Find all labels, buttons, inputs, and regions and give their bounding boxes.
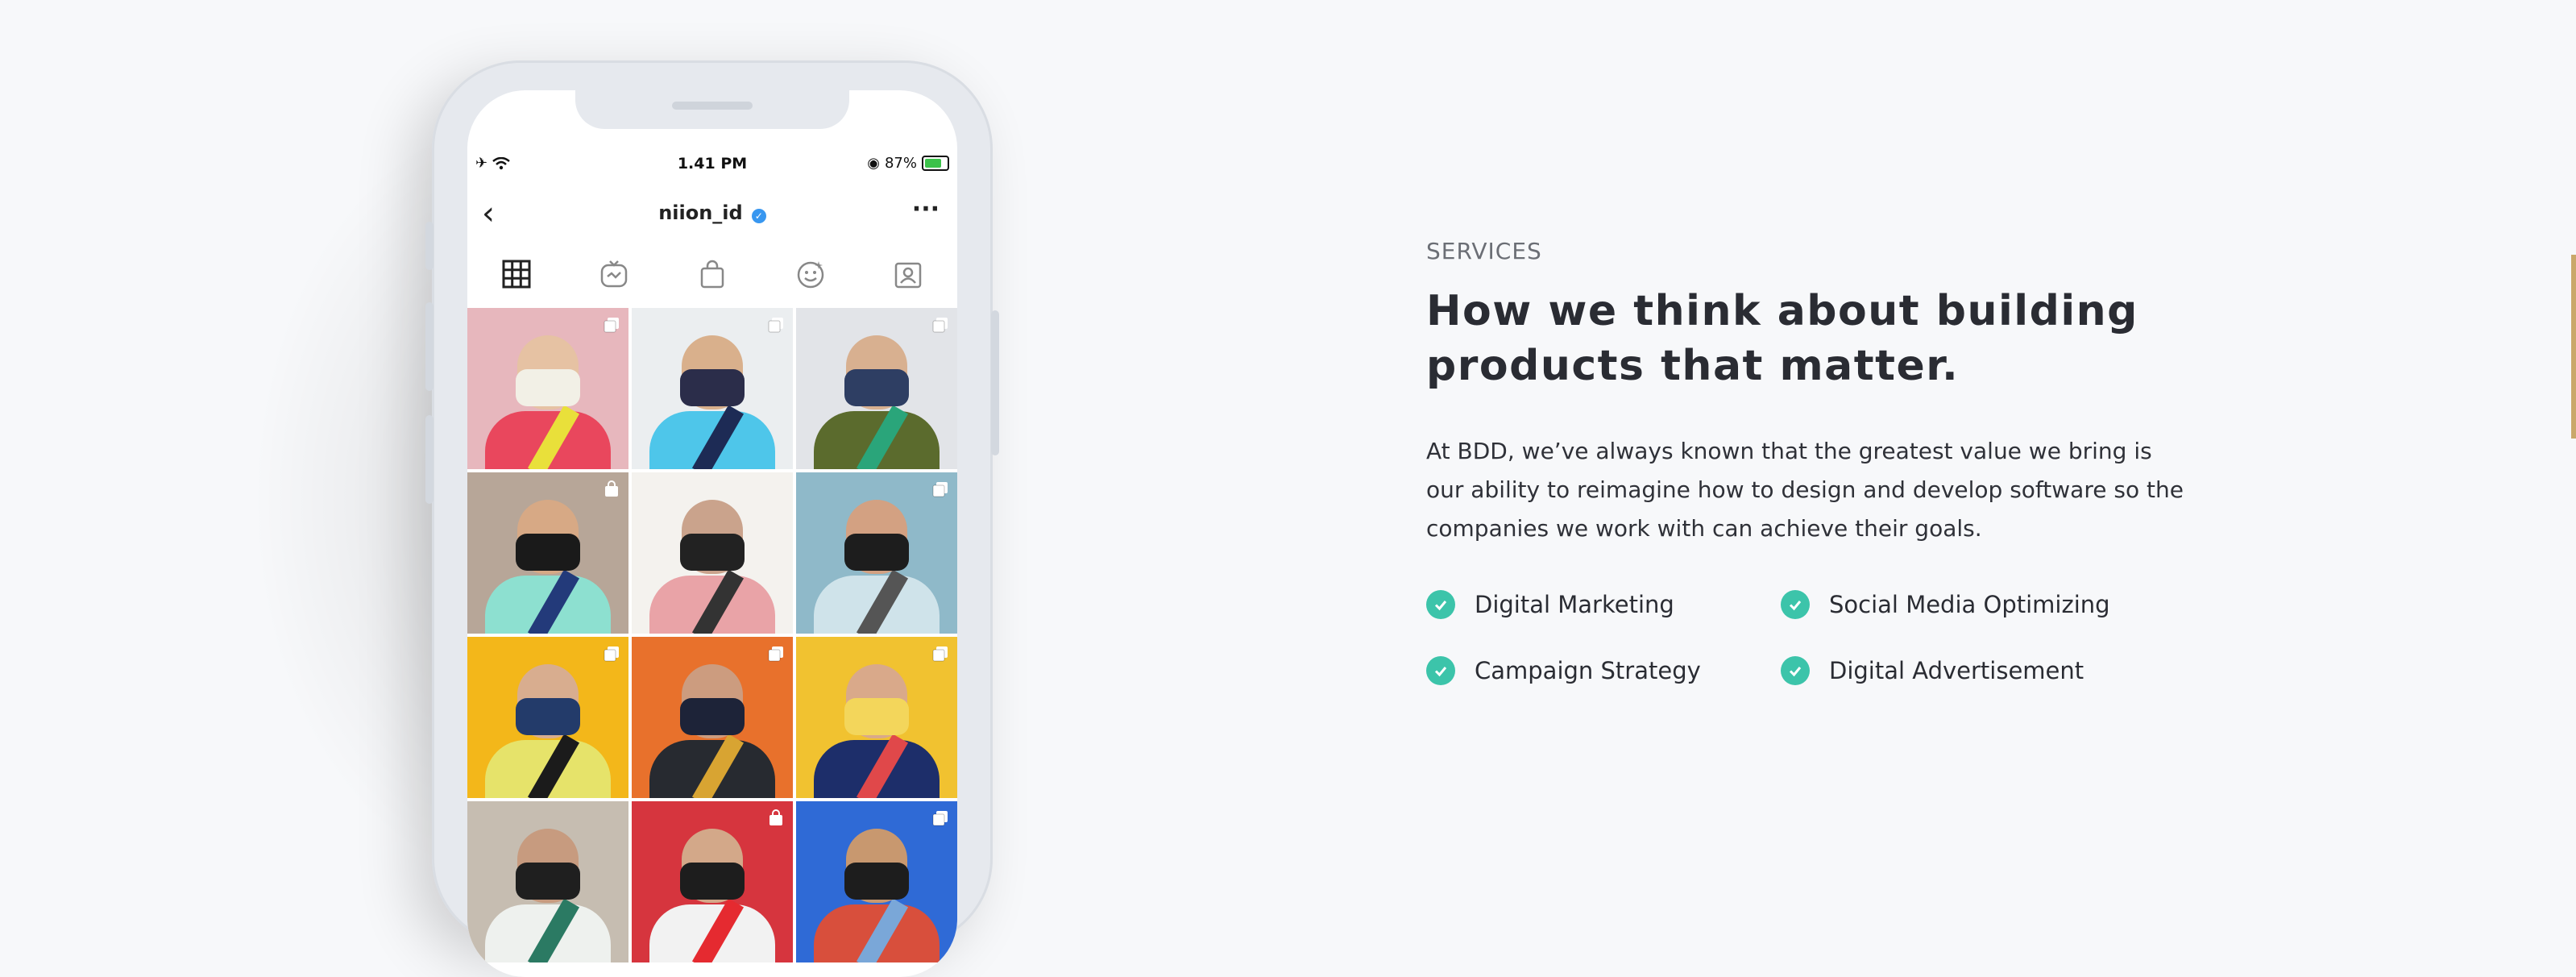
feature-list: Digital Marketing Social Media Optimizin…	[1426, 588, 2151, 687]
post-grid	[467, 308, 957, 962]
multiple-photos-icon	[932, 482, 948, 497]
battery-percentage: 87%	[884, 155, 917, 172]
tagged-icon	[894, 262, 922, 289]
post-thumbnail[interactable]	[632, 472, 793, 634]
phone-power-button	[991, 310, 999, 455]
check-circle-icon	[1781, 590, 1810, 619]
orientation-lock-icon: ◉	[867, 155, 880, 172]
profile-handle: niion_id	[658, 202, 743, 224]
post-thumbnail[interactable]	[467, 801, 628, 962]
post-face-mask	[844, 534, 909, 571]
post-thumbnail[interactable]	[632, 637, 793, 798]
phone-volume-down	[425, 415, 433, 504]
post-face-mask	[844, 863, 909, 900]
effects-icon	[797, 261, 823, 289]
post-face-mask	[680, 534, 745, 571]
igtv-icon	[601, 260, 628, 288]
post-thumbnail[interactable]	[467, 308, 628, 469]
feature-label: Campaign Strategy	[1475, 657, 1701, 684]
phone-mockup: ✈ 1.41 PM ◉ 87% ‹ niion_id ✓ ···	[425, 60, 999, 977]
tab-igtv[interactable]	[566, 252, 664, 297]
status-right: ◉ 87%	[867, 155, 949, 172]
multiple-photos-icon	[768, 318, 783, 333]
post-face-mask	[516, 698, 580, 735]
status-bar: ✈ 1.41 PM ◉ 87%	[467, 155, 957, 179]
battery-icon	[922, 156, 949, 171]
phone-notch	[575, 90, 849, 129]
scroll-accent-bar	[2571, 255, 2576, 439]
tab-tagged[interactable]	[859, 252, 957, 297]
feature-item: Digital Marketing	[1426, 588, 1781, 621]
shopping-bag-icon	[605, 480, 618, 497]
post-face-mask	[680, 863, 745, 900]
multiple-photos-icon	[932, 811, 948, 826]
post-thumbnail[interactable]	[796, 472, 957, 634]
tab-shop[interactable]	[663, 252, 761, 297]
phone-silent-switch	[425, 222, 433, 270]
phone-screen: ✈ 1.41 PM ◉ 87% ‹ niion_id ✓ ···	[467, 90, 957, 977]
check-circle-icon	[1426, 656, 1455, 685]
section-body: At BDD, we’ve always known that the grea…	[1426, 438, 2184, 542]
post-face-mask	[844, 698, 909, 735]
section-label: SERVICES	[1426, 238, 1542, 264]
check-circle-icon	[1781, 656, 1810, 685]
feature-item: Digital Advertisement	[1781, 655, 2135, 687]
feature-item: Social Media Optimizing	[1781, 588, 2135, 621]
multiple-photos-icon	[932, 646, 948, 662]
multiple-photos-icon	[604, 646, 619, 662]
post-thumbnail[interactable]	[632, 801, 793, 962]
post-face-mask	[516, 863, 580, 900]
post-face-mask	[680, 698, 745, 735]
phone-speaker	[672, 102, 753, 110]
multiple-photos-icon	[768, 646, 783, 662]
shopping-bag-icon	[769, 809, 782, 825]
section-headline: How we think about building products tha…	[1426, 287, 2138, 390]
check-circle-icon	[1426, 590, 1455, 619]
post-thumbnail[interactable]	[796, 801, 957, 962]
profile-header: ‹ niion_id ✓ ···	[467, 193, 957, 234]
tab-grid[interactable]	[467, 252, 566, 297]
profile-handle-wrap: niion_id ✓	[467, 202, 957, 224]
post-face-mask	[516, 369, 580, 406]
post-thumbnail[interactable]	[796, 637, 957, 798]
post-thumbnail[interactable]	[796, 308, 957, 469]
feature-item: Campaign Strategy	[1426, 655, 1781, 687]
post-thumbnail[interactable]	[467, 637, 628, 798]
post-thumbnail[interactable]	[467, 472, 628, 634]
post-face-mask	[680, 369, 745, 406]
verified-badge-icon: ✓	[751, 208, 766, 223]
shop-icon	[700, 260, 724, 289]
feature-label: Digital Advertisement	[1829, 657, 2084, 684]
phone-volume-up	[425, 302, 433, 391]
tab-effects[interactable]	[761, 252, 860, 297]
post-face-mask	[516, 534, 580, 571]
post-face-mask	[844, 369, 909, 406]
multiple-photos-icon	[604, 318, 619, 333]
multiple-photos-icon	[932, 318, 948, 333]
more-options-icon[interactable]: ···	[912, 193, 940, 226]
grid-icon	[502, 260, 531, 289]
profile-tabs	[467, 252, 957, 297]
feature-label: Social Media Optimizing	[1829, 591, 2110, 618]
feature-label: Digital Marketing	[1475, 591, 1674, 618]
post-thumbnail[interactable]	[632, 308, 793, 469]
